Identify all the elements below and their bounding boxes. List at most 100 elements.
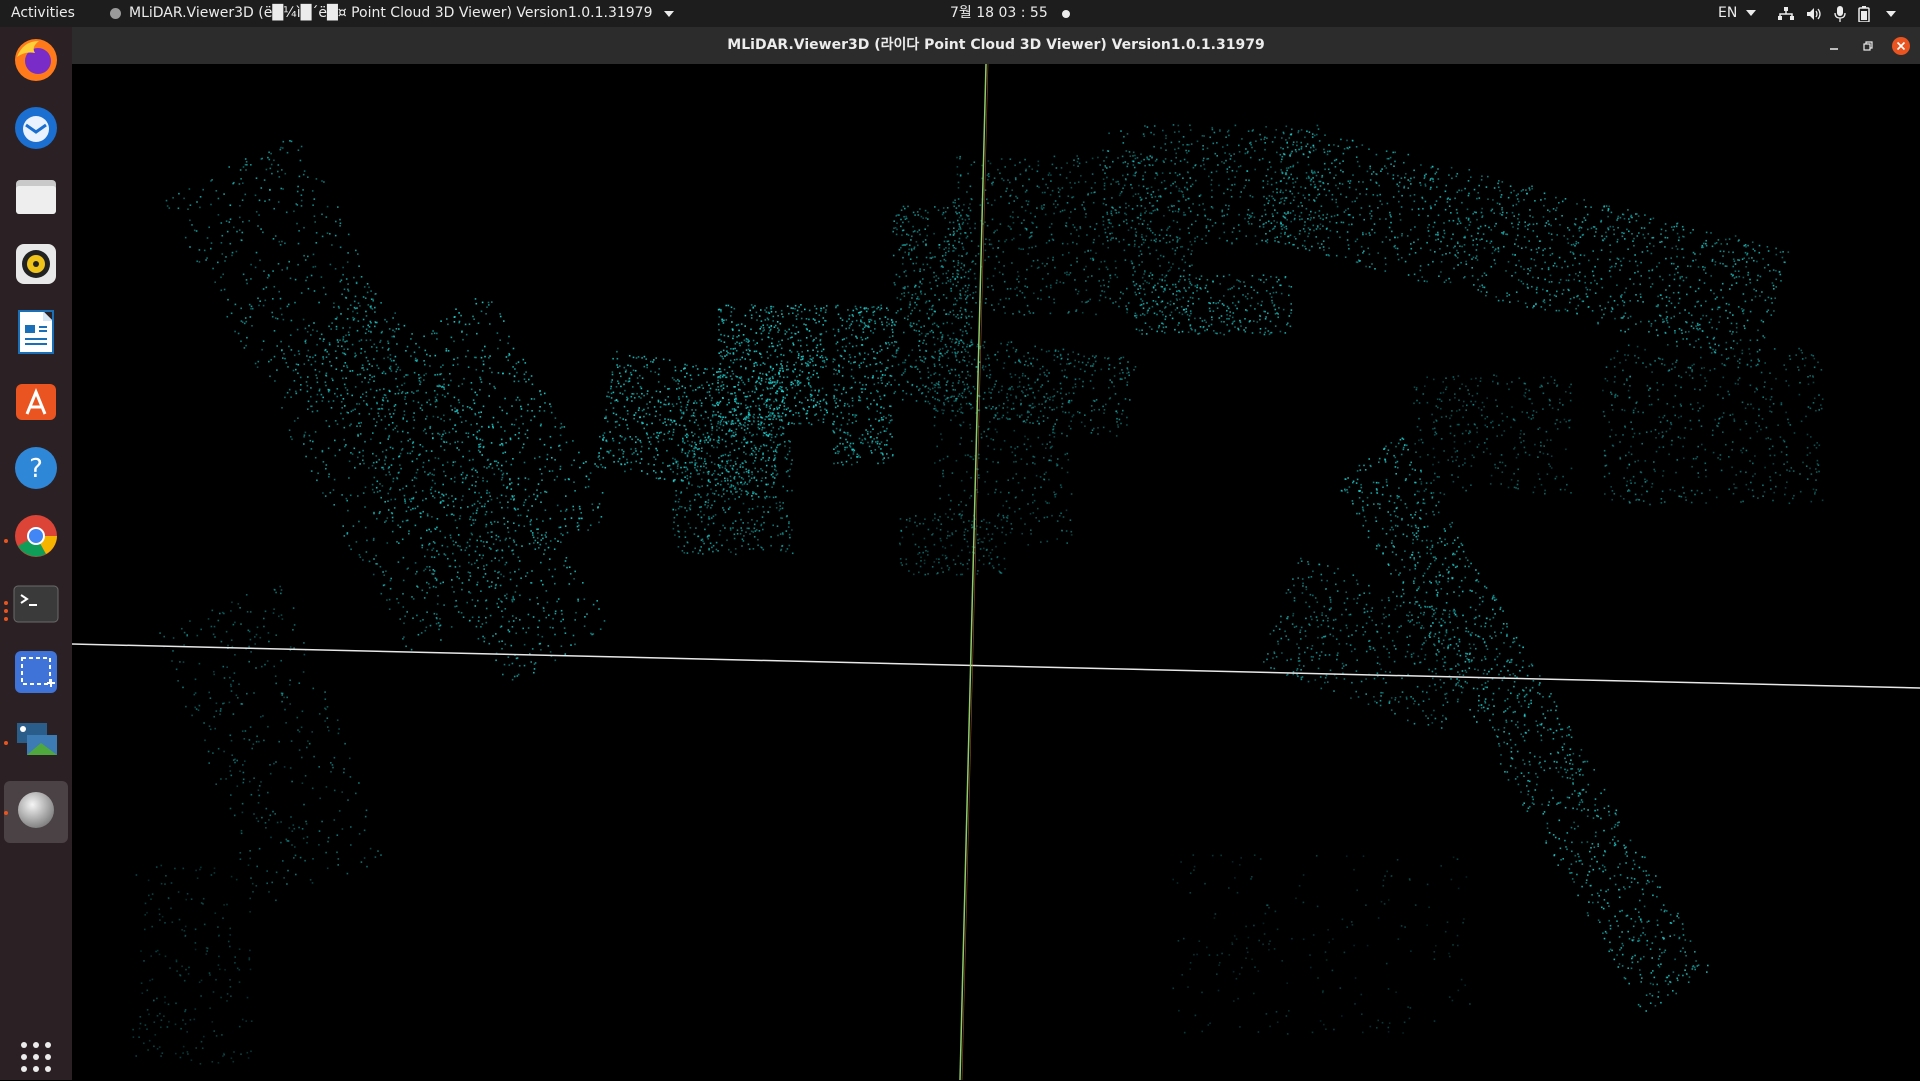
- cloud-point: [778, 373, 780, 375]
- cloud-point: [886, 383, 889, 385]
- cloud-point: [721, 466, 724, 469]
- chrome-icon[interactable]: [12, 512, 60, 560]
- cloud-point: [312, 858, 314, 860]
- window-titlebar[interactable]: MLiDAR.Viewer3D (라이다 Point Cloud 3D View…: [72, 27, 1920, 64]
- cloud-point: [836, 389, 838, 391]
- screenshot-icon[interactable]: [12, 648, 60, 696]
- cloud-point: [451, 495, 453, 497]
- cloud-point: [711, 474, 713, 476]
- maximize-button[interactable]: [1859, 37, 1877, 55]
- thunderbird-icon[interactable]: [12, 104, 60, 152]
- cloud-point: [771, 342, 773, 345]
- cloud-point: [852, 329, 854, 331]
- cloud-point: [459, 416, 462, 418]
- cloud-point: [610, 387, 612, 390]
- cloud-point: [776, 525, 779, 527]
- cloud-point: [709, 387, 712, 390]
- cloud-point: [357, 253, 359, 255]
- cloud-point: [404, 398, 406, 400]
- activities-button[interactable]: Activities: [11, 0, 75, 27]
- cloud-point: [678, 424, 681, 426]
- cloud-point: [517, 483, 520, 486]
- cloud-point: [592, 633, 595, 635]
- cloud-point: [863, 307, 865, 310]
- cloud-point: [902, 256, 904, 259]
- cloud-point: [300, 726, 303, 729]
- cloud-point: [419, 407, 422, 409]
- language-indicator[interactable]: EN: [1718, 0, 1756, 27]
- show-apps-icon[interactable]: [12, 1033, 60, 1081]
- cloud-point: [373, 396, 376, 399]
- cloud-point: [832, 413, 834, 415]
- cloud-point: [514, 509, 517, 511]
- cloud-point: [495, 633, 497, 635]
- files-icon[interactable]: [12, 172, 60, 220]
- cloud-point: [340, 369, 343, 372]
- firefox-icon[interactable]: [12, 36, 60, 84]
- cloud-point: [391, 530, 394, 533]
- cloud-point: [455, 599, 457, 602]
- cloud-point: [468, 450, 471, 452]
- cloud-point: [733, 449, 736, 451]
- cloud-point: [243, 738, 246, 740]
- cloud-point: [416, 614, 418, 617]
- cloud-point: [229, 934, 231, 936]
- cloud-point: [244, 730, 247, 732]
- cloud-point: [728, 366, 731, 368]
- cloud-point: [479, 389, 481, 391]
- cloud-point: [296, 190, 299, 193]
- remote-desktop-icon[interactable]: [12, 716, 60, 764]
- cloud-point: [261, 348, 263, 351]
- cloud-point: [684, 530, 687, 533]
- terminal-icon[interactable]: [12, 580, 60, 628]
- close-button[interactable]: [1892, 37, 1910, 55]
- cloud-point: [406, 420, 408, 423]
- rhythmbox-icon[interactable]: [12, 240, 60, 288]
- viewer-app-icon[interactable]: [12, 786, 60, 834]
- cloud-point: [499, 626, 502, 628]
- cloud-point: [775, 496, 777, 498]
- software-icon[interactable]: [12, 376, 60, 424]
- cloud-point: [496, 332, 499, 334]
- cloud-point: [376, 402, 378, 405]
- cloud-point: [298, 826, 300, 829]
- system-tray[interactable]: [1778, 0, 1896, 27]
- cloud-point: [757, 426, 759, 429]
- cloud-point: [475, 625, 478, 628]
- cloud-point: [676, 514, 678, 516]
- minimize-button[interactable]: [1825, 37, 1843, 55]
- cloud-point: [621, 436, 623, 438]
- cloud-point: [515, 418, 517, 421]
- cloud-point: [835, 397, 838, 400]
- cloud-point: [517, 477, 520, 480]
- cloud-point: [795, 405, 797, 407]
- clock[interactable]: 7월 18 03 : 55: [950, 0, 1070, 27]
- writer-icon[interactable]: [12, 308, 60, 356]
- cloud-point: [657, 381, 660, 383]
- app-menu[interactable]: MLiDAR.Viewer3D (ë█¼ì█´ë█¤ Point Cloud 3…: [110, 0, 675, 27]
- cloud-point: [217, 214, 220, 216]
- cloud-point: [363, 286, 366, 288]
- cloud-point: [186, 1051, 189, 1053]
- cloud-point: [249, 857, 251, 860]
- cloud-point: [316, 343, 318, 346]
- cloud-point: [196, 634, 199, 637]
- cloud-point: [397, 323, 400, 326]
- cloud-point: [672, 471, 674, 473]
- cloud-point: [726, 354, 728, 356]
- cloud-point: [263, 617, 265, 620]
- cloud-point: [735, 375, 737, 377]
- cloud-point: [715, 484, 717, 487]
- cloud-point: [423, 379, 425, 381]
- cloud-point: [925, 217, 927, 219]
- cloud-point: [479, 502, 481, 504]
- cloud-point: [554, 582, 556, 585]
- help-icon[interactable]: ?: [12, 444, 60, 492]
- cloud-point: [413, 485, 416, 487]
- cloud-point: [504, 643, 507, 646]
- cloud-point: [376, 517, 378, 520]
- cloud-point: [559, 449, 562, 451]
- point-cloud-viewport[interactable]: [72, 64, 1920, 1080]
- cloud-point: [189, 620, 191, 622]
- cloud-point: [338, 728, 340, 730]
